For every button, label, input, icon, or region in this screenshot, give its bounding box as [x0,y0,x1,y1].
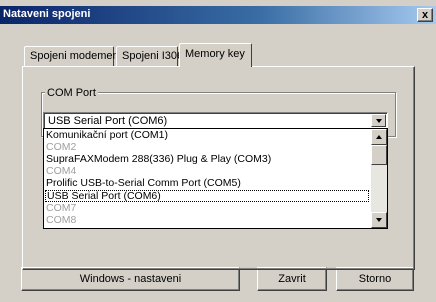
com-port-option-com5[interactable]: Prolific USB-to-Serial Comm Port (COM5) [46,178,241,189]
com-port-dropdown-list[interactable]: Komunikační port (COM1) COM2 SupraFAXMod… [43,128,388,229]
scroll-thumb[interactable] [371,145,387,165]
tab-memory-key[interactable]: Memory key [179,43,252,67]
com-port-option-com6[interactable]: USB Serial Port (COM6) [45,190,369,202]
com-port-select[interactable]: USB Serial Port (COM6) [43,112,388,129]
close-icon: x [421,9,429,21]
tab-modem-connection[interactable]: Spojeni modemem [24,46,122,66]
title-bar[interactable]: Nataveni spojeni x [0,6,436,24]
scroll-up-button[interactable] [371,129,387,145]
com-port-selected-value: USB Serial Port (COM6) [48,115,168,127]
close-window-button[interactable]: x [417,8,433,22]
com-port-option-com8: COM8 [46,214,77,226]
cancel-button[interactable]: Storno [336,267,414,291]
tab-memory-key-label: Memory key [185,48,245,60]
window-title: Nataveni spojeni [3,8,91,20]
tab-modem-connection-label: Spojeni modemem [30,50,122,62]
list-scrollbar[interactable] [371,129,387,228]
chevron-up-icon [376,135,382,139]
scroll-down-button[interactable] [371,212,387,228]
close-button[interactable]: Zavrit [257,267,327,291]
com-port-option-com2: COM2 [46,141,77,153]
com-port-option-com4: COM4 [46,165,77,177]
windows-settings-button[interactable]: Windows - nastaveni [21,267,240,291]
com-port-option-com7: COM7 [46,202,77,214]
dialog-window: Nataveni spojeni x Spojeni modemem Spoje… [0,0,436,302]
com-port-option-com1[interactable]: Komunikační port (COM1) [46,130,168,141]
chevron-down-icon [376,218,382,222]
chevron-down-icon [376,119,382,123]
com-port-option-com3[interactable]: SupraFAXModem 288(336) Plug & Play (COM3… [46,154,271,165]
com-port-dropdown-button[interactable] [371,114,386,127]
tab-i306-connection[interactable]: Spojeni I306 [116,46,183,66]
com-port-group-label: COM Port [45,87,98,99]
tab-i306-connection-label: Spojeni I306 [122,50,184,62]
